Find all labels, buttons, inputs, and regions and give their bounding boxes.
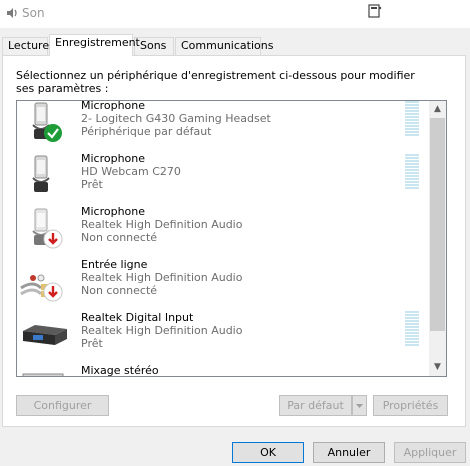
device-text: Realtek Digital Input Realtek High Defin… xyxy=(81,311,242,350)
device-name: Realtek Digital Input xyxy=(81,311,194,324)
configure-button[interactable]: Configurer xyxy=(16,395,109,416)
chevron-down-icon xyxy=(356,404,363,408)
tab-communications[interactable]: Communications xyxy=(175,37,273,55)
ok-button[interactable]: OK xyxy=(232,442,304,463)
device-name: Mixage stéréo xyxy=(81,364,159,377)
device-driver: Realtek High Definition Audio xyxy=(81,271,243,284)
speaker-icon xyxy=(7,8,17,18)
device-name: Microphone xyxy=(81,205,146,218)
headset-mic-icon xyxy=(32,102,62,142)
device-item-stereo-mix[interactable]: Mixage stéréo xyxy=(17,362,431,377)
instruction-text: Sélectionnez un périphérique d'enregistr… xyxy=(16,69,415,95)
device-status: Périphérique par défaut xyxy=(81,125,212,138)
device-text: Microphone 2- Logitech G430 Gaming Heads… xyxy=(81,100,271,138)
tab-lecture[interactable]: Lecture xyxy=(2,37,50,55)
tab-enregistrement[interactable]: Enregistrement xyxy=(49,34,140,56)
vertical-scrollbar[interactable]: ▲ ▼ xyxy=(429,101,446,376)
set-default-dropdown[interactable] xyxy=(352,395,367,416)
cancel-button[interactable]: Annuler xyxy=(313,442,385,463)
set-default-button[interactable]: Par défaut xyxy=(279,395,352,416)
tab-sons[interactable]: Sons xyxy=(134,37,174,55)
window-title: Son xyxy=(22,6,45,20)
device-name: Microphone xyxy=(81,100,146,112)
tab-label: Lecture xyxy=(8,39,50,52)
tab-strip: Lecture Enregistrement Sons Communicatio… xyxy=(0,34,470,56)
device-text: Microphone HD Webcam C270 Prêt xyxy=(81,152,181,191)
device-text: Mixage stéréo xyxy=(81,364,159,377)
microphone-icon xyxy=(32,155,50,192)
device-item-digital-input[interactable]: Realtek Digital Input Realtek High Defin… xyxy=(17,309,431,362)
device-item-webcam-mic[interactable]: Microphone HD Webcam C270 Prêt xyxy=(17,150,431,203)
device-status: Non connecté xyxy=(81,284,158,297)
device-driver: Realtek High Definition Audio xyxy=(81,218,243,231)
stereo-mix-icon xyxy=(22,373,64,376)
tab-label: Sons xyxy=(140,39,167,52)
device-text: Microphone Realtek High Definition Audio… xyxy=(81,205,242,244)
device-driver: Realtek High Definition Audio xyxy=(81,324,243,337)
device-name: Entrée ligne xyxy=(81,258,148,271)
level-meter xyxy=(405,101,420,141)
device-status: Prêt xyxy=(81,337,103,350)
device-item-line-in[interactable]: Entrée ligne Realtek High Definition Aud… xyxy=(17,256,431,309)
device-status: Non connecté xyxy=(81,231,158,244)
scroll-thumb[interactable] xyxy=(430,118,445,331)
apply-button[interactable]: Appliquer xyxy=(394,442,466,463)
line-in-cable-icon xyxy=(20,274,63,302)
tab-label: Enregistrement xyxy=(55,36,140,49)
tab-label: Communications xyxy=(181,39,274,52)
title-bar: Son xyxy=(0,0,470,28)
microphone-icon xyxy=(32,208,63,249)
device-item-realtek-mic[interactable]: Microphone Realtek High Definition Audio… xyxy=(17,203,431,256)
device-name: Microphone xyxy=(81,152,146,165)
device-list[interactable]: Microphone 2- Logitech G430 Gaming Heads… xyxy=(16,100,447,377)
device-text: Entrée ligne Realtek High Definition Aud… xyxy=(81,258,242,297)
properties-button[interactable]: Propriétés xyxy=(373,395,448,416)
device-item-headset-mic[interactable]: Microphone 2- Logitech G430 Gaming Heads… xyxy=(17,100,431,150)
level-meter xyxy=(405,311,420,351)
digital-input-icon xyxy=(23,325,67,345)
scroll-down-icon[interactable]: ▼ xyxy=(429,359,446,376)
level-meter xyxy=(405,154,420,194)
scroll-up-icon[interactable]: ▲ xyxy=(429,101,446,118)
close-window-icon[interactable] xyxy=(368,3,382,19)
device-driver: HD Webcam C270 xyxy=(81,165,181,178)
recording-panel: Sélectionnez un périphérique d'enregistr… xyxy=(2,55,466,427)
device-status: Prêt xyxy=(81,178,103,191)
device-driver: 2- Logitech G430 Gaming Headset xyxy=(81,112,271,125)
